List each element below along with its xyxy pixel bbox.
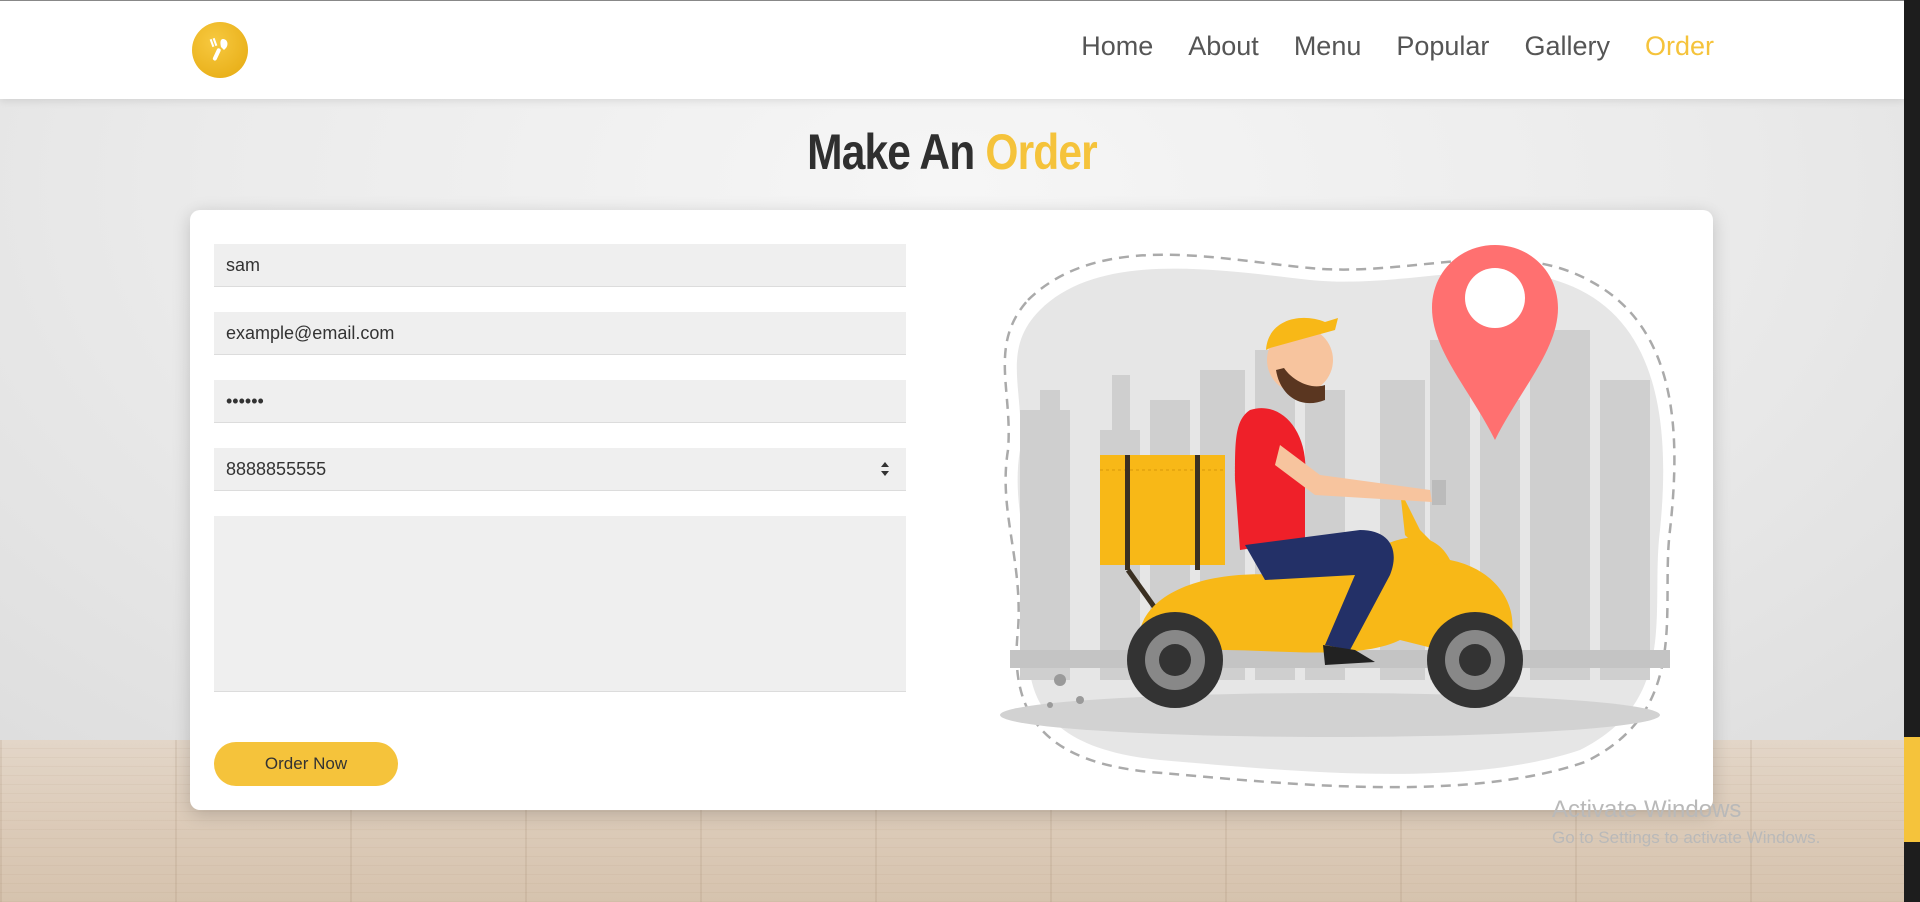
order-card: sam example@email.com •••••• 8888855555 … [190, 210, 1713, 810]
name-field[interactable]: sam [214, 244, 906, 287]
order-now-button[interactable]: Order Now [214, 742, 398, 786]
title-part-2: Order [985, 124, 1097, 180]
page-title: Make An Order [143, 123, 1761, 181]
windows-activation-watermark: Activate Windows Go to Settings to activ… [1552, 796, 1820, 848]
phone-field[interactable]: 8888855555 [214, 448, 906, 491]
watermark-title: Activate Windows [1552, 796, 1742, 823]
nav-about[interactable]: About [1188, 31, 1259, 62]
nav-order[interactable]: Order [1645, 31, 1714, 62]
number-spinner-icon[interactable] [880, 461, 890, 477]
site-header: Home About Menu Popular Gallery Order [0, 0, 1904, 99]
utensils-icon [209, 37, 228, 61]
password-value: •••••• [226, 390, 264, 411]
scrollbar-thumb[interactable] [1904, 737, 1920, 842]
logo[interactable] [192, 22, 248, 78]
nav-popular[interactable]: Popular [1396, 31, 1489, 62]
scrollbar-track[interactable] [1904, 0, 1920, 902]
password-field[interactable]: •••••• [214, 380, 906, 423]
title-part-1: Make An [807, 124, 975, 180]
nav-gallery[interactable]: Gallery [1524, 31, 1610, 62]
phone-value: 8888855555 [226, 458, 327, 479]
nav-home[interactable]: Home [1081, 31, 1153, 62]
email-field[interactable]: example@email.com [214, 312, 906, 355]
email-value: example@email.com [226, 322, 395, 343]
name-value: sam [226, 254, 261, 275]
message-textarea[interactable] [214, 516, 906, 692]
watermark-subtitle: Go to Settings to activate Windows. [1552, 828, 1821, 847]
nav-menu[interactable]: Menu [1294, 31, 1362, 62]
delivery-scooter-illustration [1000, 245, 1676, 789]
main-nav: Home About Menu Popular Gallery Order [1081, 31, 1714, 62]
